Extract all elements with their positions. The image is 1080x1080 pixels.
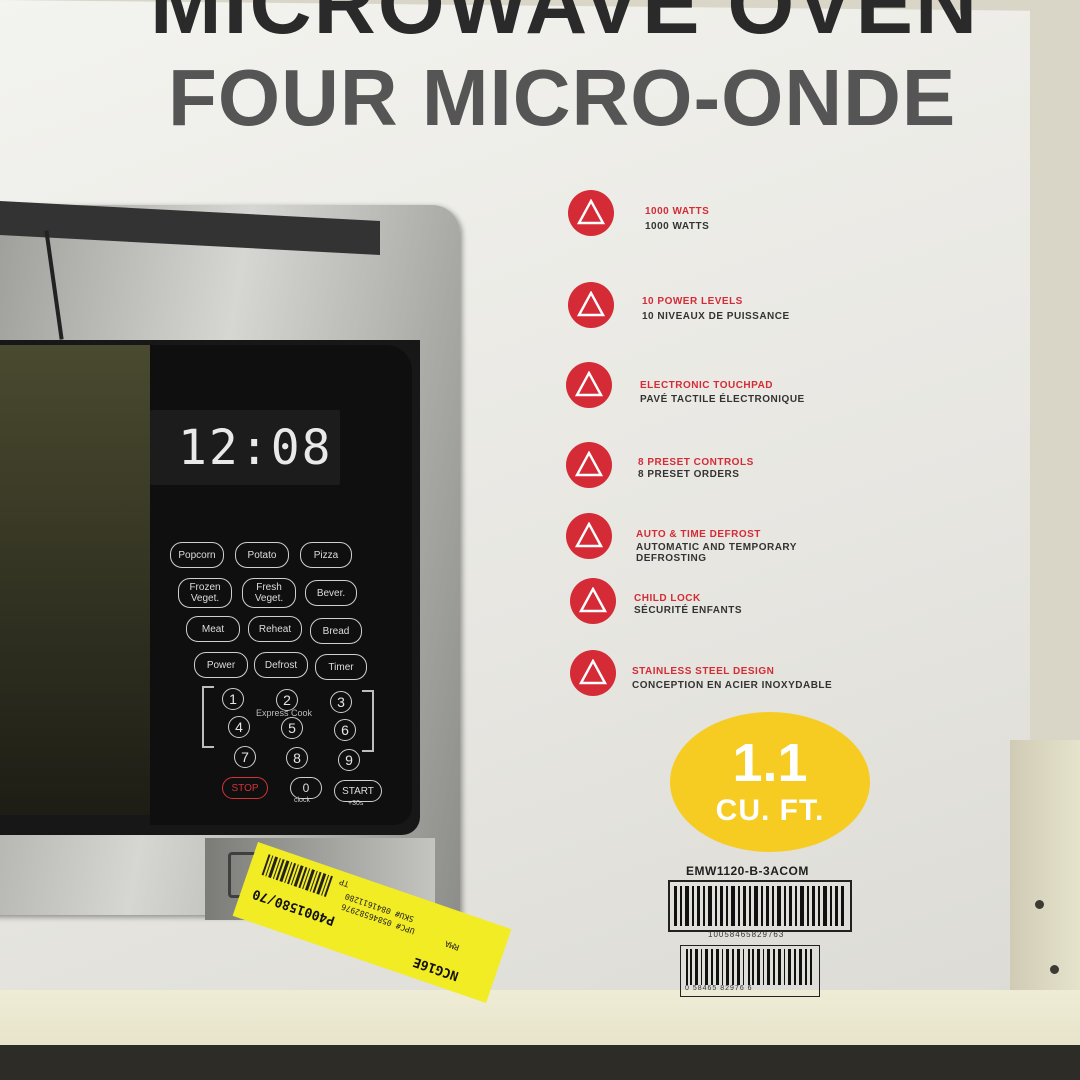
sticker-line-4: RMA (443, 938, 461, 952)
microwave-display: 12:08 (150, 410, 340, 485)
feature-5-en: AUTO & TIME DEFROST (636, 529, 761, 540)
barcode-2: 0 58465 82976 6 (680, 945, 820, 997)
key-zero: 0 (290, 777, 322, 799)
key-power: Power (194, 652, 248, 678)
key-pizza: Pizza (300, 542, 352, 568)
warning-triangle-icon (570, 578, 616, 624)
feature-3-fr: PAVÉ TACTILE ÉLECTRONIQUE (640, 394, 805, 405)
key-reheat: Reheat (248, 616, 302, 642)
key-zero-sub: clock (294, 797, 310, 804)
key-timer: Timer (315, 654, 367, 680)
key-meat: Meat (186, 616, 240, 642)
capacity-unit: CU. FT. (715, 794, 825, 827)
feature-4-en: 8 PRESET CONTROLS (638, 457, 754, 468)
warning-triangle-icon (566, 362, 612, 408)
warning-triangle-icon (570, 650, 616, 696)
shelf-shadow (0, 1045, 1080, 1080)
keypad-bracket-left (202, 686, 214, 748)
key-potato: Potato (235, 542, 289, 568)
warning-triangle-icon (568, 282, 614, 328)
capacity-badge: 1.1 CU. FT. (670, 712, 870, 852)
title-english: MICROWAVE OVEN (150, 0, 980, 52)
key-bever: Bever. (305, 580, 357, 606)
feature-2-en: 10 POWER LEVELS (642, 296, 743, 307)
key-8: 8 (286, 747, 308, 769)
key-frozen-veget: Frozen Veget. (178, 578, 232, 608)
sticker-line-1: TP (338, 876, 351, 889)
key-start: START (334, 780, 382, 802)
key-stop: STOP (222, 777, 268, 799)
feature-6-fr: SÉCURITÉ ENFANTS (634, 605, 743, 616)
barcode-1-bars (674, 886, 844, 926)
key-9: 9 (338, 749, 360, 771)
feature-7-fr: CONCEPTION EN ACIER INOXYDABLE (632, 680, 833, 691)
key-4: 4 (228, 716, 250, 738)
key-7: 7 (234, 746, 256, 768)
barcode-1-number: 10058465829763 (708, 930, 785, 939)
feature-1-en: 1000 WATTS (645, 206, 710, 217)
barcode-1 (668, 880, 852, 932)
feature-2-fr: 10 NIVEAUX DE PUISSANCE (642, 311, 790, 322)
model-number: EMW1120-B-3ACOM (686, 864, 809, 878)
feature-7-en: STAINLESS STEEL DESIGN (632, 666, 775, 677)
feature-5-fr: AUTOMATIC AND TEMPORARY DEFROSTING (636, 542, 797, 564)
shelf-hole (1050, 965, 1059, 974)
keypad-bracket-right (362, 690, 374, 752)
key-defrost: Defrost (254, 652, 308, 678)
key-start-sub: +30s (348, 800, 364, 807)
key-fresh-veget: Fresh Veget. (242, 578, 296, 608)
feature-6-en: CHILD LOCK (634, 593, 701, 604)
warning-triangle-icon (566, 513, 612, 559)
shelf-hole (1035, 900, 1044, 909)
feature-4-fr: 8 PRESET ORDERS (638, 469, 740, 480)
warning-triangle-icon (568, 190, 614, 236)
sticker-code: NCG16E (411, 953, 461, 984)
feature-3-en: ELECTRONIC TOUCHPAD (640, 380, 774, 391)
display-time: 12:08 (178, 420, 333, 476)
capacity-number: 1.1 (732, 733, 808, 793)
key-3: 3 (330, 691, 352, 713)
key-popcorn: Popcorn (170, 542, 224, 568)
barcode-2-number: 0 58465 82976 6 (685, 985, 753, 992)
express-cook-label: Express Cook (256, 708, 313, 718)
key-6: 6 (334, 719, 356, 741)
feature-1-fr: 1000 WATTS (645, 221, 710, 232)
barcode-2-bars (686, 949, 812, 985)
warning-triangle-icon (566, 442, 612, 488)
key-5: 5 (281, 717, 303, 739)
key-1: 1 (222, 688, 244, 710)
key-bread: Bread (310, 618, 362, 644)
title-french: FOUR MICRO-ONDE (168, 53, 957, 142)
